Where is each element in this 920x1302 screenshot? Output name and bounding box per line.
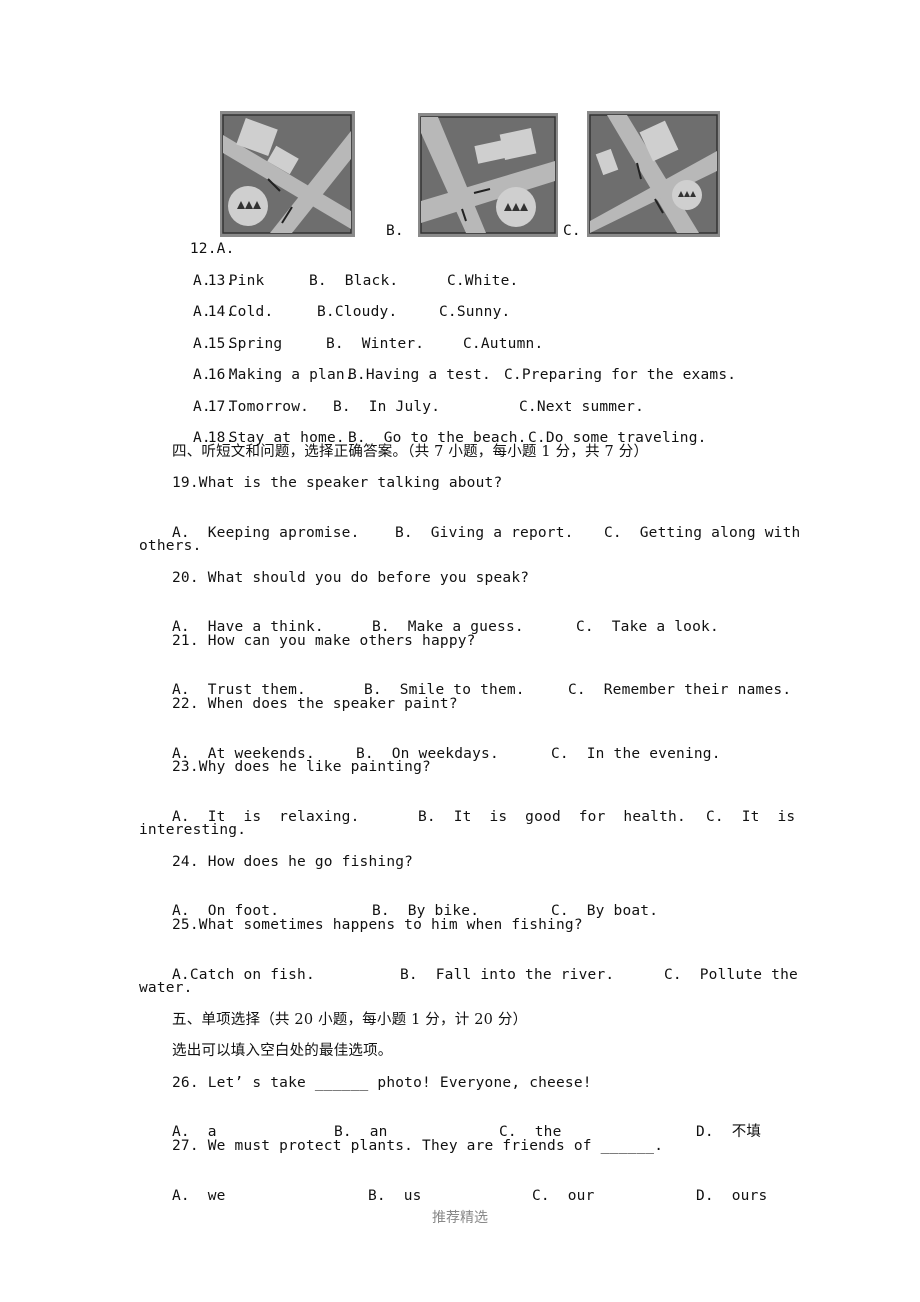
q12-option-c-label: C.	[563, 223, 581, 239]
question-26: 26. Let’ s take ______ photo! Everyone, …	[172, 1075, 592, 1091]
option-c: C. It is	[706, 809, 796, 825]
question-26-options: A. a B. an C. the D. 不填	[172, 1105, 761, 1141]
question-24: 24. How does he go fishing?	[172, 854, 414, 870]
question-25-wrap: water.	[139, 980, 193, 996]
option-b: B.Cloudy.	[317, 304, 398, 320]
question-20-options: A. Have a think. B. Make a guess. C. Take …	[172, 600, 719, 636]
question-22: 22. When does the speaker paint?	[172, 696, 458, 712]
option-c: C. Pollute the	[664, 967, 798, 983]
question-23-wrap: interesting.	[139, 822, 247, 838]
option-b: B. It is good for health.	[418, 809, 686, 825]
option-a: A. we	[172, 1188, 226, 1204]
question-21-options: A. Trust them. B. Smile to them. C. Rememb…	[172, 663, 791, 699]
question-25: 25.What sometimes happens to him when fi…	[172, 917, 583, 933]
option-d: D. ours	[696, 1188, 768, 1204]
question-19-wrap: others.	[139, 538, 202, 554]
section-5-instruction: 选出可以填入空白处的最佳选项。	[172, 1043, 393, 1059]
option-c: C. Getting along with	[604, 525, 801, 541]
option-b: B. us	[368, 1188, 422, 1204]
question-19: 19.What is the speaker talking about?	[172, 475, 503, 491]
q12-map-b-image[interactable]	[418, 113, 558, 237]
option-b: B. Giving a report.	[395, 525, 574, 541]
option-b: B. Winter.	[326, 336, 425, 352]
section-5-heading: 五、单项选择（共 20 小题，每小题 1 分，计 20 分）	[172, 1012, 528, 1028]
option-b: B. In July.	[333, 399, 441, 415]
option-b: B. Fall into the river.	[400, 967, 615, 983]
option-c: C. In the evening.	[551, 746, 721, 762]
question-24-options: A. On foot. B. By bike. C. By boat.	[172, 884, 658, 920]
question-21: 21. How can you make others happy?	[172, 633, 476, 649]
question-27: 27. We must protect plants. They are fri…	[172, 1138, 664, 1154]
option-c: C.Sunny.	[439, 304, 511, 320]
q12-option-b-label: B.	[386, 223, 404, 239]
page-footer: 推荐精选	[432, 1210, 488, 1226]
option-a: A.Catch on fish.	[172, 967, 315, 983]
question-27-options: A. we B. us C. our D. ours	[172, 1169, 767, 1205]
option-c: C. Take a look.	[576, 619, 719, 635]
option-c: C.White.	[447, 273, 519, 289]
option-b: B. Black.	[309, 273, 399, 289]
option-c: C. Remember their names.	[568, 682, 792, 698]
q12-map-c-image[interactable]	[587, 111, 720, 237]
option-c: C.Preparing for the exams.	[504, 367, 737, 383]
option-d: D. 不填	[696, 1124, 762, 1140]
option-b: B.Having a test.	[348, 367, 491, 383]
q12-map-a-image[interactable]	[220, 111, 355, 237]
option-c: C. our	[532, 1188, 595, 1204]
option-c: C.Next summer.	[519, 399, 645, 415]
section-4-heading: 四、听短文和问题，选择正确答案。（共 7 小题，每小题 1 分，共 7 分）	[172, 444, 649, 460]
option-c: C.Autumn.	[463, 336, 544, 352]
question-20: 20. What should you do before you speak?	[172, 570, 530, 586]
question-23: 23.Why does he like painting?	[172, 759, 431, 775]
